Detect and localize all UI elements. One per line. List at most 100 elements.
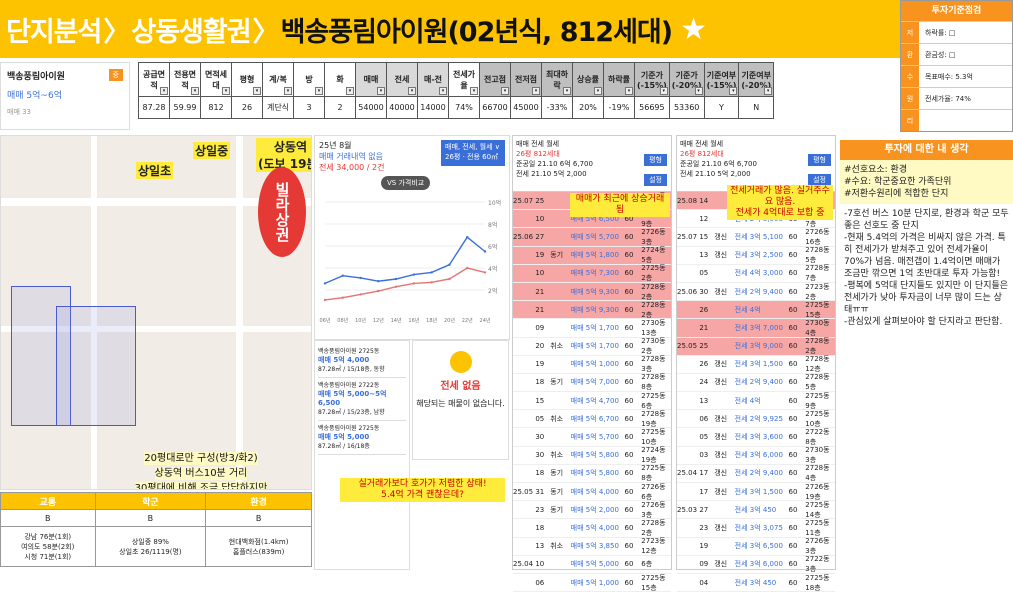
list-row[interactable]: 18 동기 매매 5억 7,000 60 2728동 8층 <box>513 373 671 393</box>
list-row[interactable]: 05 전세 4억 3,000 60 2728동 7층 <box>677 264 835 283</box>
col-header[interactable]: 기준가(-20%) ▾ <box>668 62 705 97</box>
list-row[interactable]: 21 전세 3억 7,000 60 2730동 4층 <box>677 319 835 338</box>
opinion-title: 투자에 대한 내 생각 <box>840 140 1013 160</box>
data-point <box>394 285 398 288</box>
apt-price: 매매 5억~6억 <box>7 91 62 101</box>
list-row[interactable]: 03 갱신 전세 3억 6,000 60 2730동 3층 <box>677 446 835 465</box>
list-row[interactable]: 18 동기 매매 5억 5,800 60 2725동 8층 <box>513 464 671 483</box>
apt-card[interactable]: 백송풍림아이원 중 매매 5억~6억 매매 33 <box>0 62 130 130</box>
col-header[interactable]: 최대하락 ▾ <box>541 62 573 97</box>
col-header[interactable]: 기준가(-15%) ▾ <box>634 62 670 97</box>
list-row[interactable]: 05 갱신 전세 3억 3,600 60 2722동 8층 <box>677 428 835 447</box>
x-tick: 10년 <box>355 317 366 324</box>
compare-button[interactable]: VS 가격비교 <box>381 176 431 190</box>
list-row[interactable]: 15 매매 5억 4,700 60 2725동 6층 <box>513 392 671 411</box>
list-row[interactable]: 10 매매 5억 7,300 60 2725동 2층 <box>513 264 671 283</box>
col-value: N <box>738 96 775 119</box>
list-row[interactable]: 25.07 15 갱신 전세 3억 5,100 60 2726동 16층 <box>677 228 835 247</box>
list-row[interactable]: 26 전세 4억 60 2725동 15층 <box>677 301 835 320</box>
listing-card[interactable]: 백송풍림아이원 2725동 매매 5억 5,000 87.28㎡ / 16/18층 <box>318 421 406 455</box>
list-row[interactable]: 06 갱신 전세 2억 9,925 60 2725동 10층 <box>677 410 835 429</box>
col-header[interactable]: 화 ▾ <box>324 62 356 97</box>
list-row[interactable]: 21 매매 5억 9,300 60 2728동 2층 <box>513 283 671 302</box>
col-value: 2 <box>324 96 356 119</box>
col-value: 59.99 <box>169 96 201 119</box>
col-value: 40000 <box>386 96 418 119</box>
list-row[interactable]: 25.05 31 동기 매매 5억 4,000 60 2726동 6층 <box>513 483 671 502</box>
list-row[interactable]: 25.05 25 전세 3억 9,000 60 2728동 2층 <box>677 337 835 356</box>
list-row[interactable]: 25.04 10 매매 5억 5,000 60 6층 <box>513 556 671 574</box>
list-row[interactable]: 17 갱신 전세 3억 1,500 60 2726동 19층 <box>677 483 835 502</box>
col-value: 87.28 <box>138 96 170 119</box>
empty-icon <box>449 351 472 373</box>
list-row[interactable]: 13 갱신 전세 3억 2,500 60 2728동 5층 <box>677 246 835 265</box>
data-point <box>466 266 469 270</box>
list-row[interactable]: 23 갱신 전세 3억 3,075 60 2725동 11층 <box>677 519 835 538</box>
y-tick: 6억 <box>488 243 497 251</box>
col-header[interactable]: 전세 ▾ <box>386 62 418 97</box>
list-row[interactable]: 19 전세 3억 6,500 60 2726동 3층 <box>677 537 835 556</box>
header-area: 상동생활권 <box>131 16 251 48</box>
invest-title: 투자기준점검 <box>901 1 1012 21</box>
col-header[interactable]: 계/복 ▾ <box>262 62 294 97</box>
col-header[interactable]: 전용면적 ▾ <box>169 62 201 97</box>
data-point <box>323 282 327 285</box>
list-row[interactable]: 09 갱신 전세 3억 6,000 60 2722동 3층 <box>677 555 835 574</box>
y-tick: 2억 <box>488 287 497 295</box>
col-header[interactable]: 하락률 ▾ <box>603 62 635 97</box>
x-tick: 24년 <box>480 317 491 324</box>
col-header[interactable]: 전세가율 ▾ <box>448 62 480 97</box>
list-row[interactable]: 05 취소 매매 5억 6,700 60 2728동 19층 <box>513 410 671 429</box>
list-row[interactable]: 13 취소 매매 5억 3,850 60 2723동 12층 <box>513 537 671 556</box>
list-row[interactable]: 24 갱신 전세 2억 9,400 60 2728동 5층 <box>677 373 835 393</box>
data-point <box>466 236 469 239</box>
data-point <box>412 273 416 276</box>
price-chart[interactable]: 25년 8월 매매 거래내역 없음 전세 34,000 / 2건 매매, 전세,… <box>314 135 510 340</box>
x-tick: 16년 <box>408 317 419 324</box>
col-header[interactable]: 매-전 ▾ <box>417 62 449 97</box>
list-row[interactable]: 23 동기 매매 5억 2,000 60 2726동 3층 <box>513 501 671 520</box>
map-label-elementary: 상일초 <box>136 162 174 179</box>
col-header[interactable]: 방 ▾ <box>293 62 325 97</box>
list-row[interactable]: 19 동기 매매 5억 1,800 60 2724동 5층 <box>513 246 671 265</box>
filter-button[interactable]: 매매, 전세, 월세 ∨ 26평 · 전용 60㎡ <box>441 140 505 166</box>
list-row[interactable]: 04 전세 3억 450 60 2725동 18층 <box>677 574 835 593</box>
col-value: 26 <box>231 96 263 119</box>
listing-card[interactable]: 백송풍림아이원 2722동 매매 5억 5,000~5억 6,500 87.28㎡ … <box>318 378 406 421</box>
list-row[interactable]: 30 매매 5억 5,700 60 2725동 10층 <box>513 428 671 447</box>
header-title: 백송풍림아이원(02년식, 812세대) <box>280 16 674 48</box>
list-row[interactable]: 13 전세 4억 60 2725동 9층 <box>677 392 835 411</box>
data-point <box>359 293 362 296</box>
data-point <box>377 280 380 283</box>
list-row[interactable]: 25.06 27 매매 5억 5,700 60 2726동 3층 <box>513 228 671 247</box>
col-value: 45000 <box>510 96 542 119</box>
x-tick: 20년 <box>444 317 455 324</box>
col-header[interactable]: 전고점 ▾ <box>479 62 511 97</box>
villa-badge: 빌라상권 <box>258 167 306 257</box>
list-row[interactable]: 06 매매 5억 1,000 60 2725동 15층 <box>513 574 671 593</box>
list-row[interactable]: 30 취소 매매 5억 5,800 60 2724동 19층 <box>513 446 671 465</box>
list-row[interactable]: 20 취소 매매 5억 1,700 60 2730동 2층 <box>513 337 671 356</box>
list-row[interactable]: 18 매매 5억 4,000 60 2728동 2층 <box>513 519 671 538</box>
col-value: -19% <box>603 96 635 119</box>
col-header[interactable]: 매매 ▾ <box>355 62 387 97</box>
list-row[interactable]: 21 매매 5억 9,300 60 2728동 2층 <box>513 301 671 320</box>
list-row[interactable]: 19 매매 5억 1,000 60 2728동 3층 <box>513 355 671 374</box>
col-header[interactable]: 공급면적 ▾ <box>138 62 170 97</box>
list-row[interactable]: 09 매매 5억 1,700 60 2730동 13층 <box>513 319 671 338</box>
col-header[interactable]: 상승률 ▾ <box>572 62 604 97</box>
listing-card[interactable]: 백송풍림아이원 2725동 매매 5억 4,000 87.28㎡ / 15/18층,… <box>318 344 406 378</box>
y-tick: 4억 <box>488 265 497 273</box>
col-header[interactable]: 기준여부(-15%) ▾ <box>703 62 740 97</box>
col-header[interactable]: 면적세대 ▾ <box>200 62 232 97</box>
col-header[interactable]: 평형 ▾ <box>231 62 263 97</box>
col-header[interactable]: 전저점 ▾ <box>510 62 542 97</box>
list-row[interactable]: 25.06 30 갱신 전세 2억 9,400 60 2723동 2층 <box>677 283 835 302</box>
list-row[interactable]: 26 갱신 전세 3억 1,500 60 2728동 12층 <box>677 355 835 374</box>
list-row[interactable]: 25.03 27 전세 3억 450 60 2725동 14층 <box>677 501 835 520</box>
empty-jeonse: 전세 없음 해당되는 매물이 없습니다. <box>412 340 509 460</box>
apt-sub: 매매 33 <box>7 108 32 116</box>
col-header[interactable]: 기준여부(-20%) ▾ <box>738 62 775 97</box>
data-point <box>359 276 362 280</box>
list-row[interactable]: 25.04 17 갱신 전세 2억 9,400 60 2728동 4층 <box>677 464 835 483</box>
